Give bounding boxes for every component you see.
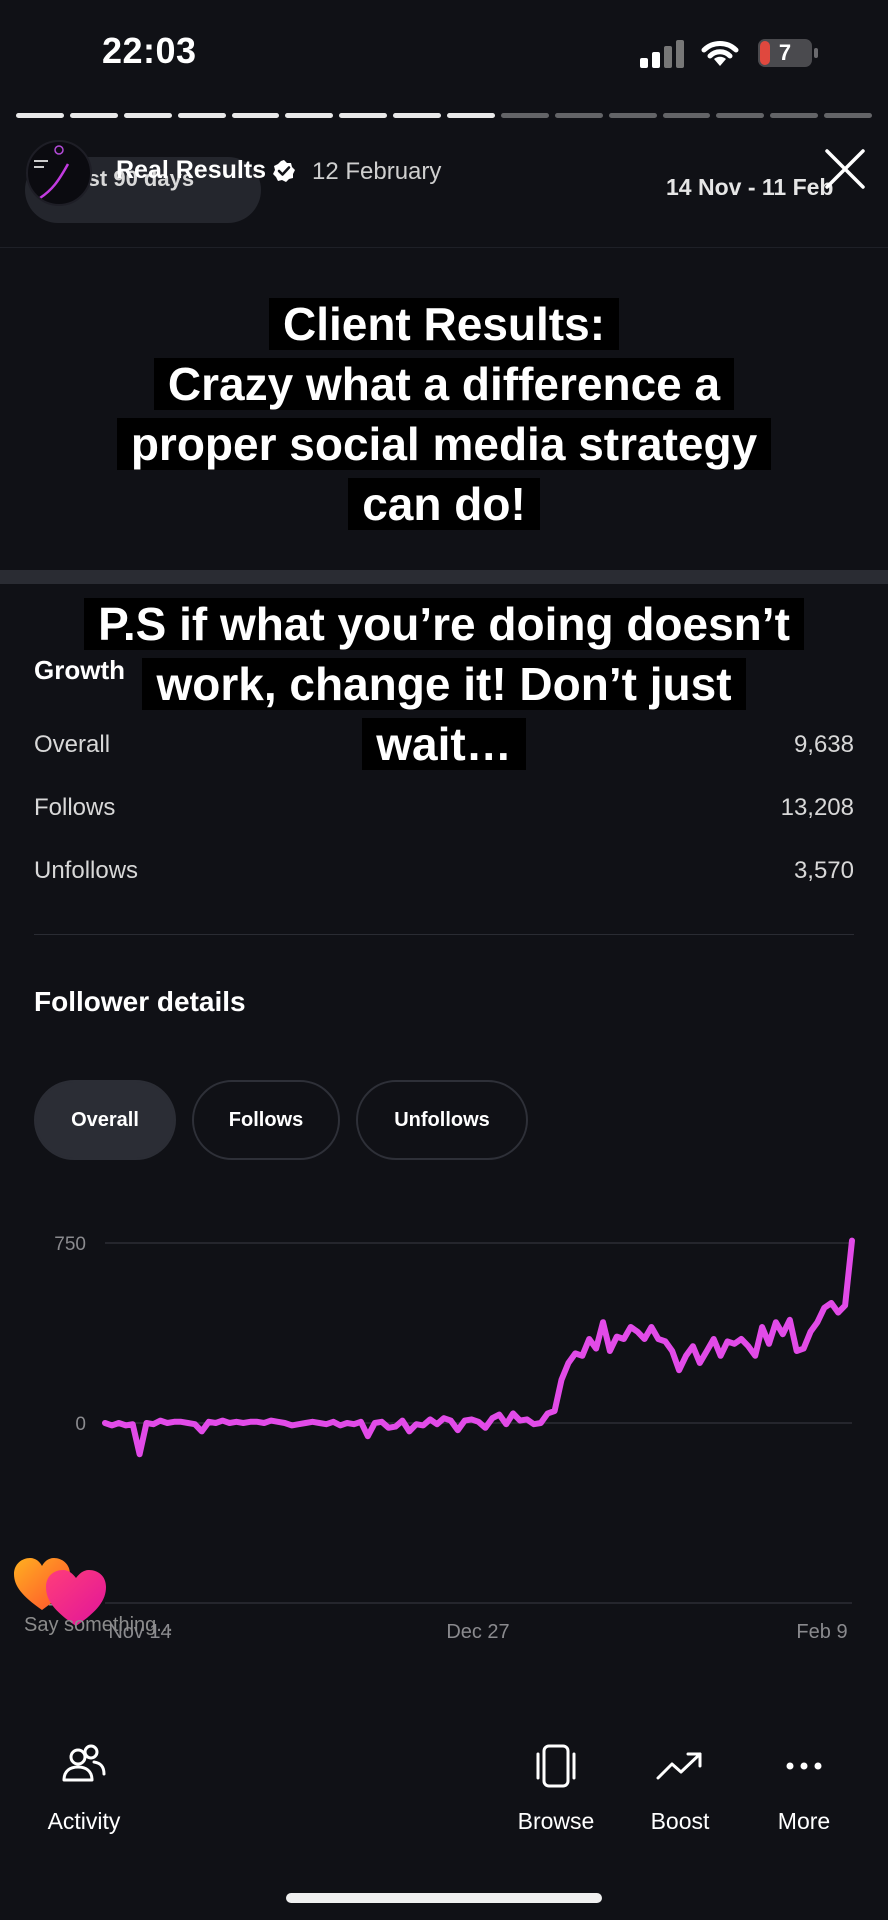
caption-ps: P.S if what you’re doing doesn’t work, ch… xyxy=(0,594,888,774)
story-progress-segment xyxy=(123,113,172,118)
signal-icon xyxy=(640,40,684,68)
ellipsis-icon xyxy=(786,1762,822,1770)
verified-badge-icon xyxy=(273,160,295,182)
y-tick-label: 0 xyxy=(75,1414,86,1435)
follower-chart: 7500-750Nov 14Dec 27Feb 9 xyxy=(48,1234,855,1640)
account-name[interactable]: Real Results xyxy=(116,156,266,185)
caption-line: Client Results: xyxy=(268,298,620,350)
divider xyxy=(0,247,888,248)
device-icon xyxy=(536,1744,576,1788)
home-indicator[interactable] xyxy=(286,1893,602,1903)
close-icon[interactable] xyxy=(824,148,866,190)
story-progress-segment xyxy=(285,113,334,118)
divider xyxy=(34,934,854,935)
tab-overall[interactable]: Overall xyxy=(34,1080,176,1160)
story-progress-segment xyxy=(69,113,118,118)
nav-label: Browse xyxy=(517,1808,595,1834)
avatar[interactable] xyxy=(26,140,92,206)
caption-line: work, change it! Don’t just xyxy=(142,658,746,710)
caption-line: P.S if what you’re doing doesn’t xyxy=(84,598,804,650)
story-progress-segment xyxy=(177,113,226,118)
story-progress-segment xyxy=(554,113,603,118)
nav-browse[interactable]: Browse xyxy=(486,1740,626,1835)
story-progress-segment xyxy=(393,113,441,118)
tab-follows[interactable]: Follows xyxy=(192,1080,340,1160)
wifi-icon xyxy=(701,41,739,66)
date-range: 14 Nov - 11 Feb xyxy=(666,174,834,200)
battery-level: 7 xyxy=(778,40,792,65)
follower-details-title: Follower details xyxy=(34,986,246,1017)
caption-line: proper social media strategy xyxy=(116,418,772,470)
nav-activity[interactable]: Activity xyxy=(14,1740,154,1835)
battery-icon: 7 xyxy=(757,38,819,68)
story-progress xyxy=(16,113,872,118)
story-progress-segment xyxy=(231,113,280,118)
nav-label: Activity xyxy=(47,1808,121,1834)
story-progress-segment xyxy=(716,113,765,118)
nav-label: Boost xyxy=(650,1808,710,1834)
nav-boost[interactable]: Boost xyxy=(610,1740,750,1835)
growth-value-follows: 13,208 xyxy=(780,794,854,821)
story-date: 12 February xyxy=(312,158,442,185)
x-tick-label: Dec 27 xyxy=(446,1621,509,1640)
status-time: 22:03 xyxy=(102,30,197,71)
caption-client-results: Client Results: Crazy what a difference a… xyxy=(0,294,888,534)
trend-up-icon xyxy=(656,1752,702,1780)
people-icon xyxy=(62,1744,106,1782)
growth-label-unfollows: Unfollows xyxy=(34,857,139,884)
story-progress-segment xyxy=(770,113,819,118)
growth-label-follows: Follows xyxy=(34,794,116,821)
nav-label: More xyxy=(777,1808,831,1834)
story-progress-segment xyxy=(608,113,657,118)
comment-input[interactable]: Say something... xyxy=(24,1614,173,1637)
caption-line: wait… xyxy=(362,718,526,770)
story-progress-segment xyxy=(339,113,388,118)
story-progress-segment xyxy=(500,113,549,118)
y-tick-label: 750 xyxy=(54,1234,86,1255)
story-progress-segment xyxy=(824,113,872,118)
tab-unfollows[interactable]: Unfollows xyxy=(356,1080,528,1160)
caption-line: can do! xyxy=(348,478,540,530)
nav-more[interactable]: More xyxy=(734,1740,874,1835)
series-line xyxy=(102,1237,855,1458)
caption-line: Crazy what a difference a xyxy=(153,358,735,410)
x-tick-label: Feb 9 xyxy=(796,1621,847,1640)
story-progress-segment xyxy=(662,113,711,118)
section-band xyxy=(0,570,888,584)
story-progress-segment xyxy=(447,113,495,118)
story-progress-segment xyxy=(16,113,64,118)
growth-value-unfollows: 3,570 xyxy=(793,857,854,884)
